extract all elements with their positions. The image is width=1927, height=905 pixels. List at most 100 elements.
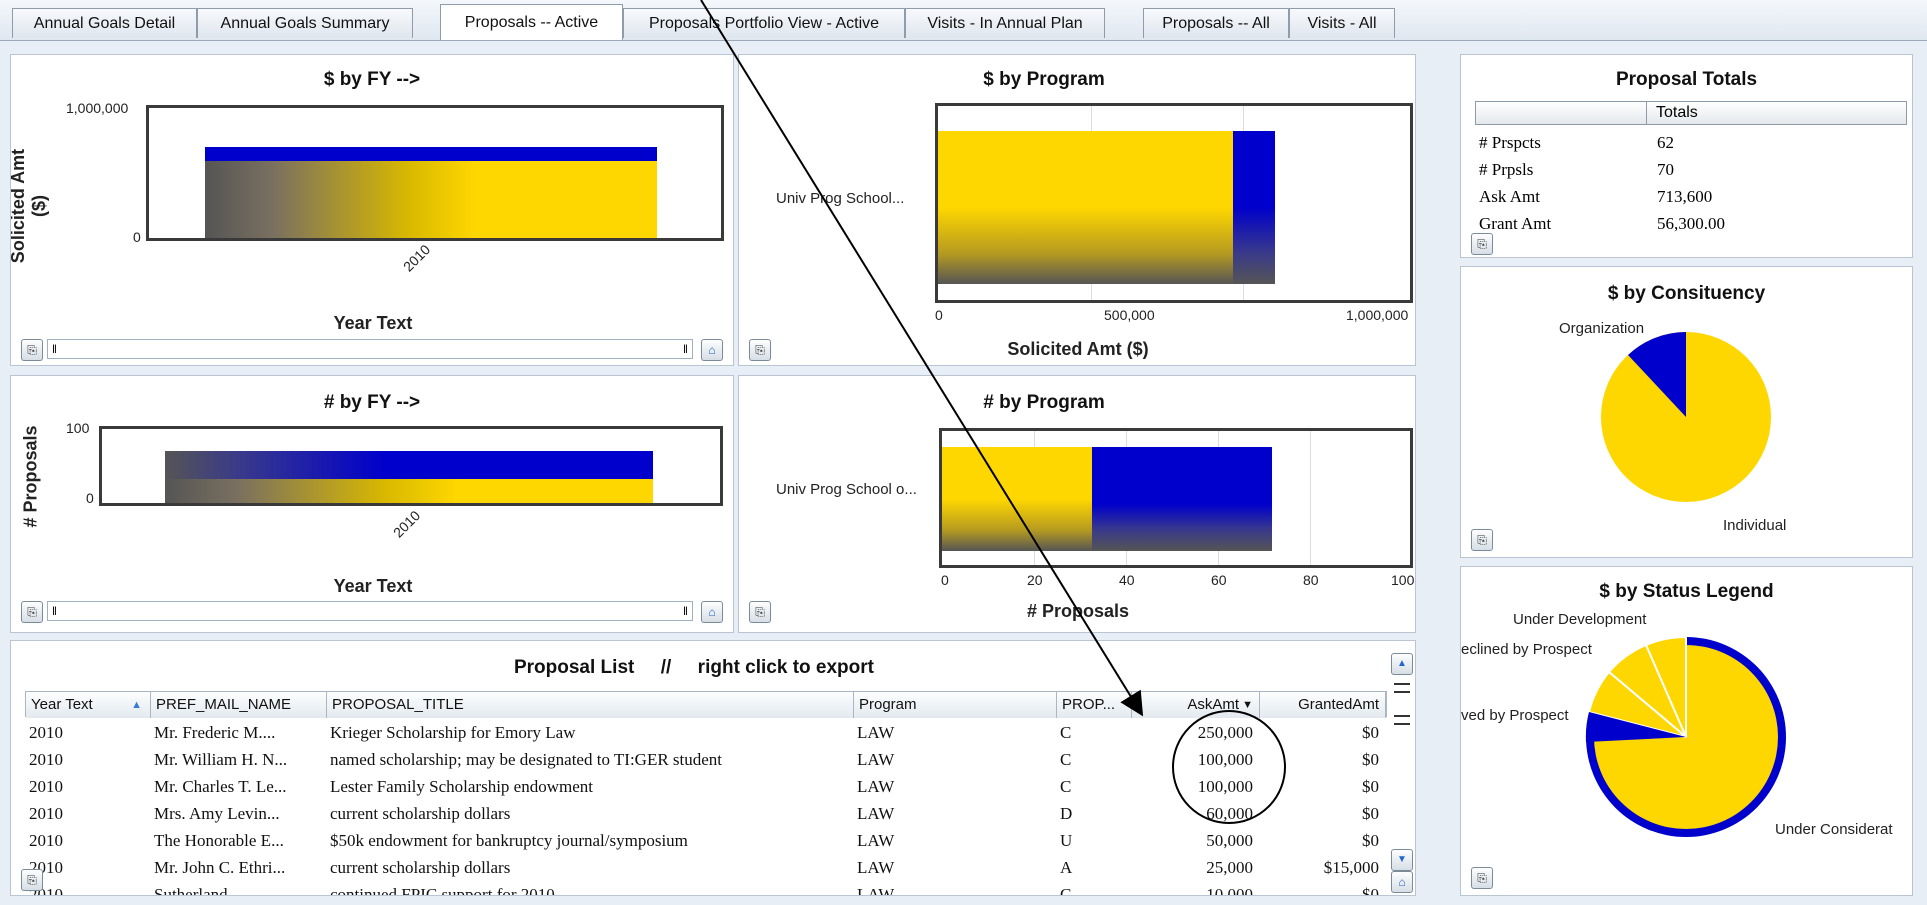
- home-icon[interactable]: ⌂: [1391, 871, 1413, 893]
- cell-grantedamt: $0: [1362, 831, 1379, 850]
- pie-label: eclined by Prospect: [1461, 641, 1592, 658]
- cell-program: LAW: [857, 885, 895, 896]
- cell-title: $50k endowment for bankruptcy journal/sy…: [330, 831, 688, 850]
- cell-title: current scholarship dollars: [330, 858, 511, 877]
- cell-year: 2010: [29, 831, 63, 850]
- chart-title: $ by Status Legend: [1599, 581, 1774, 602]
- bar-segment-blue: [165, 451, 653, 479]
- list-title: Proposal List // right click to export: [513, 657, 874, 678]
- table-row[interactable]: 2010 Mr. John C. Ethri... current scholars…: [25, 854, 1387, 881]
- tab-annual-goals-summary[interactable]: Annual Goals Summary: [197, 8, 413, 38]
- cell-title: Lester Family Scholarship endowment: [330, 777, 593, 796]
- category-label: Univ Prog School...: [776, 190, 905, 207]
- panel-by-constituency: $ by Consituency Organization Individual…: [1460, 266, 1913, 558]
- bar-segment-gold: [165, 479, 653, 503]
- panel-count-by-program: # by Program Univ Prog School o... 0 20 …: [738, 375, 1416, 633]
- export-button[interactable]: ⎘: [1471, 867, 1493, 889]
- cell-grantedamt: $0: [1362, 750, 1379, 769]
- chart-title: $ by Program: [983, 69, 1105, 90]
- totals-label: # Prpsls: [1479, 159, 1534, 179]
- export-button[interactable]: ⎘: [21, 601, 43, 623]
- home-icon[interactable]: ⌂: [701, 339, 723, 361]
- totals-value: 56,300.00: [1657, 213, 1725, 233]
- table-row[interactable]: 2010 Sutherland continued FPIC support for…: [25, 881, 1387, 896]
- panel-dollars-by-program: $ by Program Univ Prog School... 0 500,0…: [738, 54, 1416, 366]
- plot-area: [146, 105, 724, 241]
- cell-year: 2010: [29, 750, 63, 769]
- cell-askamt: 10,000: [1206, 885, 1253, 896]
- export-button[interactable]: ⎘: [1471, 529, 1493, 551]
- panel-proposal-list: Proposal List // right click to export Y…: [10, 640, 1416, 896]
- cell-mail-name: Mrs. Amy Levin...: [154, 804, 280, 823]
- export-button[interactable]: ⎘: [21, 869, 43, 891]
- scroll-up-arrow[interactable]: ▲: [1391, 653, 1413, 675]
- export-button[interactable]: ⎘: [749, 601, 771, 623]
- tab-bar: Annual Goals Detail Annual Goals Summary…: [0, 0, 1927, 41]
- cell-askamt: 60,000: [1206, 804, 1253, 823]
- cell-title: Krieger Scholarship for Emory Law: [330, 723, 576, 742]
- bar-segment-blue: [1092, 447, 1272, 551]
- cell-mail-name: Mr. John C. Ethri...: [154, 858, 286, 877]
- table-row[interactable]: 2010 Mr. William H. N... named scholarship…: [25, 746, 1387, 773]
- cell-askamt: 250,000: [1197, 723, 1253, 742]
- cell-grantedamt: $15,000: [1323, 858, 1379, 877]
- x-tick-label: 2010: [399, 241, 434, 275]
- plot-area: [99, 426, 723, 506]
- x-axis-label: Year Text: [333, 576, 413, 596]
- pie-label: Under Development: [1513, 611, 1647, 628]
- x-tick-label: 40: [1119, 572, 1135, 588]
- panel-proposal-totals: Proposal Totals Totals # Prspcts 62 # Prp…: [1460, 54, 1913, 258]
- column-header-mail-name[interactable]: PREF_MAIL_NAME: [151, 692, 327, 718]
- column-header-askamt[interactable]: AskAmt ▼: [1132, 692, 1260, 718]
- x-tick-label: 0: [941, 572, 949, 588]
- x-axis-label: # Proposals: [1026, 601, 1130, 621]
- tab-proposals-active[interactable]: Proposals -- Active: [440, 4, 623, 40]
- horizontal-scrollbar[interactable]: ‖ ‖: [47, 339, 693, 359]
- list-header: Year Text ▲ PREF_MAIL_NAME PROPOSAL_TITLE…: [25, 691, 1387, 718]
- status-pie: [1585, 635, 1786, 837]
- column-header-prop[interactable]: PROP...: [1057, 692, 1132, 718]
- table-row[interactable]: 2010 Mrs. Amy Levin... current scholarship…: [25, 800, 1387, 827]
- x-tick-label: 20: [1027, 572, 1043, 588]
- horizontal-scrollbar[interactable]: ‖ ‖: [47, 601, 693, 621]
- bar-segment-gold: [938, 131, 1233, 284]
- scroll-down-arrow[interactable]: ▼: [1391, 849, 1413, 871]
- tab-proposals-portfolio-view[interactable]: Proposals Portfolio View - Active: [623, 8, 905, 38]
- home-icon[interactable]: ⌂: [701, 601, 723, 623]
- column-header-year[interactable]: Year Text ▲: [26, 692, 151, 718]
- pie-label: ved by Prospect: [1461, 707, 1569, 724]
- tab-visits-in-annual-plan[interactable]: Visits - In Annual Plan: [905, 8, 1105, 38]
- cell-mail-name: Mr. Charles T. Le...: [154, 777, 287, 796]
- vertical-scrollbar[interactable]: ▲ ▼ ⌂: [1391, 649, 1413, 895]
- totals-label: # Prspcts: [1479, 132, 1541, 152]
- column-header-grantedamt[interactable]: GrantedAmt: [1260, 692, 1386, 718]
- y-tick-label: 1,000,000: [66, 100, 129, 116]
- cell-askamt: 100,000: [1197, 750, 1253, 769]
- cell-prop: C: [1060, 777, 1072, 796]
- table-row[interactable]: 2010 The Honorable E... $50k endowment for…: [25, 827, 1387, 854]
- tab-annual-goals-detail[interactable]: Annual Goals Detail: [12, 8, 197, 38]
- y-tick-label: 100: [66, 420, 90, 436]
- cell-year: 2010: [29, 885, 63, 896]
- cell-mail-name: Mr. Frederic M....: [154, 723, 276, 742]
- cell-askamt: 100,000: [1197, 777, 1253, 796]
- column-header-program[interactable]: Program: [854, 692, 1057, 718]
- totals-value: 62: [1657, 132, 1674, 152]
- tab-proposals-all[interactable]: Proposals -- All: [1143, 8, 1289, 38]
- table-row[interactable]: 2010 Mr. Frederic M.... Krieger Scholarshi…: [25, 719, 1387, 746]
- list-body: 2010 Mr. Frederic M.... Krieger Scholarshi…: [25, 719, 1387, 896]
- bar-segment-gold: [205, 161, 657, 238]
- export-button[interactable]: ⎘: [749, 339, 771, 361]
- x-tick-label: 80: [1303, 572, 1319, 588]
- tab-visits-all[interactable]: Visits - All: [1289, 8, 1395, 38]
- table-row[interactable]: 2010 Mr. Charles T. Le... Lester Family Sc…: [25, 773, 1387, 800]
- export-button[interactable]: ⎘: [21, 339, 43, 361]
- pie-label: Organization: [1559, 320, 1645, 337]
- x-axis-label: Year Text: [333, 313, 413, 333]
- column-header-title[interactable]: PROPOSAL_TITLE: [327, 692, 854, 718]
- x-tick-label: 2010: [389, 507, 424, 541]
- cell-program: LAW: [857, 858, 895, 877]
- cell-program: LAW: [857, 777, 895, 796]
- export-button[interactable]: ⎘: [1471, 233, 1493, 255]
- cell-askamt: 50,000: [1206, 831, 1253, 850]
